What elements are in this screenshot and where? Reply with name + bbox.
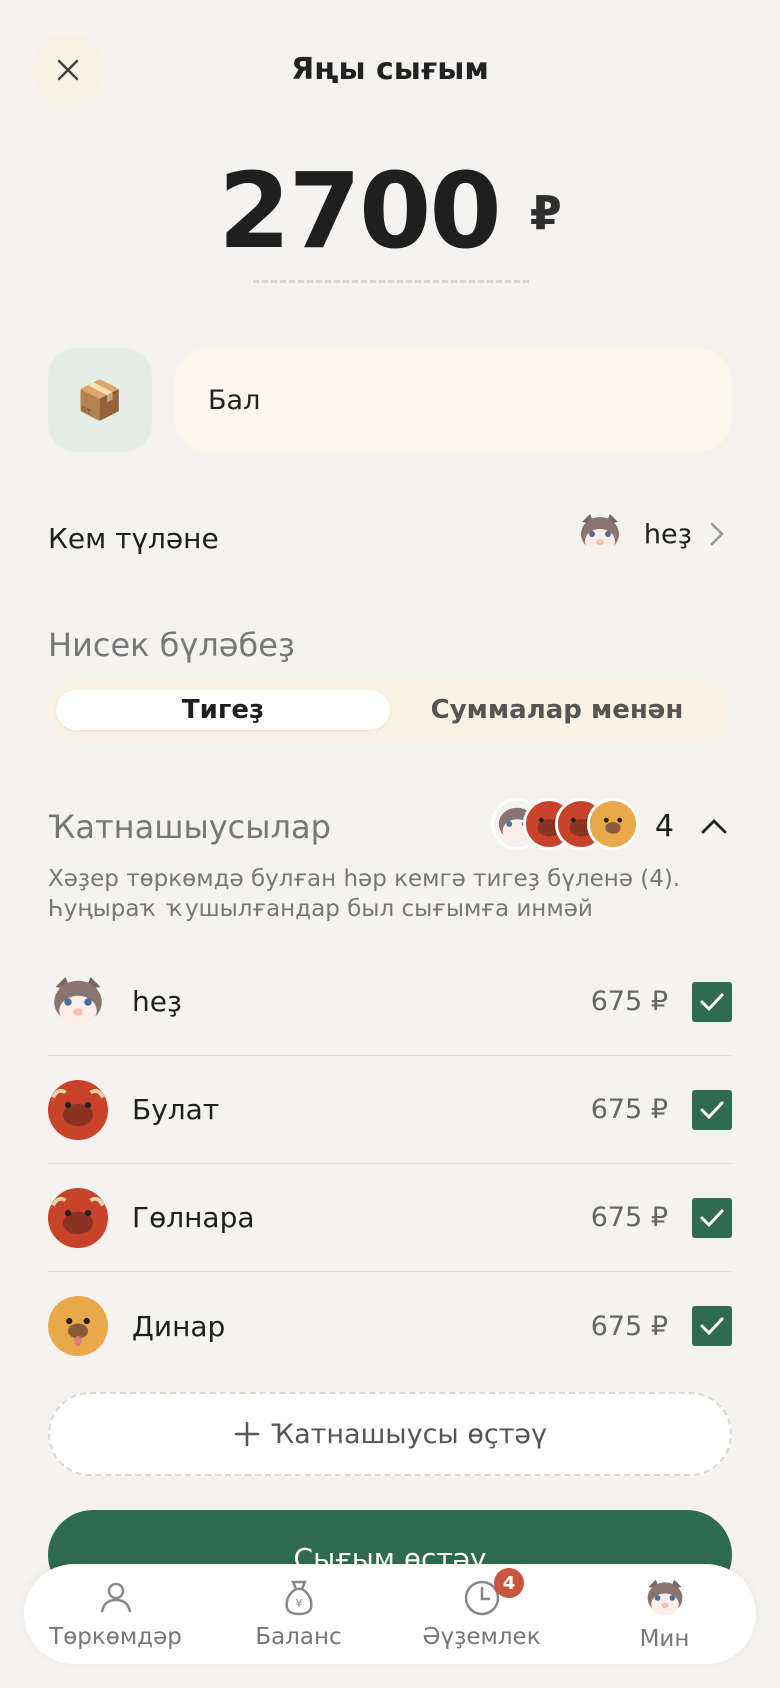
cat-avatar	[48, 971, 108, 1032]
participant-row[interactable]: һеҙ 675 ₽	[48, 948, 732, 1056]
money-bag-icon: ¥	[284, 1580, 313, 1616]
participant-checkbox[interactable]	[692, 1197, 732, 1238]
participant-amount: 675 ₽	[590, 1202, 668, 1233]
payer-selector[interactable]: һеҙ	[575, 510, 728, 558]
chevron-right-icon	[710, 522, 724, 546]
split-option-amounts[interactable]: Суммалар менән	[390, 690, 724, 730]
participant-amount: 675 ₽	[590, 986, 668, 1017]
tab-groups[interactable]: Төркөмдәр	[24, 1564, 207, 1664]
check-icon	[700, 993, 724, 1011]
bottom-tab-bar: Төркөмдәр ¥ Баланс 4 Әүҙемлек Мин	[24, 1564, 756, 1664]
activity-badge: 4	[494, 1568, 524, 1598]
amount-display[interactable]: 2700 ₽	[0, 150, 780, 272]
dog-avatar	[586, 798, 639, 850]
category-button[interactable]: 📦	[48, 348, 152, 452]
participant-name: Булат	[132, 1093, 220, 1126]
participant-list: һеҙ 675 ₽ Булат 675 ₽ Гөлнара 675 ₽ Дина…	[48, 948, 732, 1380]
chevron-up-icon	[701, 819, 727, 834]
check-icon	[700, 1317, 724, 1336]
bull-avatar	[48, 1187, 108, 1248]
participant-checkbox[interactable]	[692, 1306, 732, 1346]
avatar-stack	[490, 798, 641, 854]
plus-icon	[234, 1421, 260, 1447]
participant-amount: 675 ₽	[590, 1310, 668, 1342]
cat-avatar	[642, 1576, 687, 1620]
tab-label: Баланс	[255, 1624, 342, 1650]
page-title: Яңы сығым	[291, 52, 489, 87]
tab-label: Төркөмдәр	[49, 1624, 182, 1650]
amount-underline	[253, 280, 529, 283]
description-input[interactable]: Бал	[174, 348, 732, 452]
people-icon	[100, 1582, 131, 1613]
participants-label: Ҡатнашыусылар	[48, 808, 331, 846]
participants-toggle[interactable]: 4	[490, 798, 728, 854]
participant-name: Гөлнара	[132, 1201, 255, 1234]
split-label: Нисек бүләбеҙ	[48, 626, 295, 664]
participant-row[interactable]: Динар 675 ₽	[48, 1272, 732, 1380]
tab-me[interactable]: Мин	[573, 1564, 756, 1664]
participants-count: 4	[654, 808, 674, 844]
svg-text:¥: ¥	[295, 1597, 302, 1610]
add-participant-button[interactable]: Ҡатнашыусы өҫтәү	[48, 1392, 732, 1476]
participant-row[interactable]: Гөлнара 675 ₽	[48, 1164, 732, 1272]
dog-avatar	[48, 1296, 108, 1356]
participant-amount: 675 ₽	[590, 1094, 668, 1125]
split-segmented-control: Тигеҙ Суммалар менән	[48, 678, 732, 742]
tab-activity[interactable]: 4 Әүҙемлек	[390, 1564, 573, 1664]
box-icon: 📦	[76, 377, 124, 422]
check-icon	[700, 1209, 724, 1227]
payer-name: һеҙ	[643, 518, 692, 550]
participant-name: һеҙ	[132, 985, 182, 1018]
check-icon	[700, 1101, 724, 1119]
tab-balance[interactable]: ¥ Баланс	[207, 1564, 390, 1664]
tab-label: Әүҙемлек	[422, 1624, 541, 1650]
split-option-equal[interactable]: Тигеҙ	[56, 690, 390, 730]
tab-label: Мин	[639, 1626, 690, 1652]
currency-symbol: ₽	[529, 186, 562, 240]
participants-note: Хәҙер төркөмдә булған һәр кемгә тигеҙ бү…	[48, 866, 681, 922]
participant-checkbox[interactable]	[692, 1089, 732, 1130]
participant-name: Динар	[132, 1309, 226, 1343]
cat-avatar	[575, 510, 624, 558]
payer-label: Кем түләне	[48, 522, 219, 555]
participant-checkbox[interactable]	[692, 981, 732, 1022]
add-participant-label: Ҡатнашыусы өҫтәү	[270, 1418, 548, 1450]
amount-value: 2700	[218, 150, 501, 272]
bull-avatar	[48, 1079, 108, 1140]
participant-row[interactable]: Булат 675 ₽	[48, 1056, 732, 1164]
